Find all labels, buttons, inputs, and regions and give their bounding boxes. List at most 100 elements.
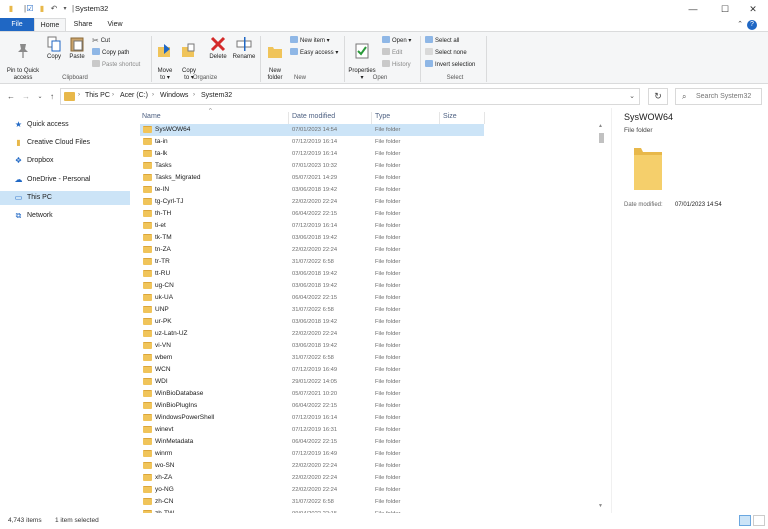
column-header-type[interactable]: Type [375, 110, 435, 124]
forward-arrow-icon[interactable]: → [20, 91, 32, 103]
new-item-button[interactable]: New item ▾ [290, 36, 330, 46]
delete-button[interactable]: Delete [205, 36, 231, 61]
file-row[interactable]: WinMetadata 06/04/2022 22:15 File folder [135, 436, 611, 448]
address-bar[interactable]: › This PC › Acer (C:) › Windows › System… [60, 88, 640, 105]
scrollbar-thumb[interactable] [599, 133, 604, 143]
column-header-date-modified[interactable]: Date modified [292, 110, 367, 124]
folder-icon [143, 438, 152, 445]
file-row[interactable]: Tasks_Migrated 05/07/2021 14:29 File folde… [135, 172, 611, 184]
file-row[interactable]: xh-ZA 22/02/2020 22:24 File folder [135, 472, 611, 484]
column-header-size[interactable]: Size [443, 110, 483, 124]
file-row[interactable]: WindowsPowerShell 07/12/2019 16:14 File fo… [135, 412, 611, 424]
edit-button[interactable]: Edit [382, 48, 402, 58]
open-label: Open ▾ [392, 38, 412, 44]
folder-icon [143, 354, 152, 361]
chevron-down-icon[interactable]: ⌄ [629, 92, 635, 100]
rename-icon [236, 37, 252, 51]
maximize-button[interactable]: ☐ [710, 0, 740, 18]
file-row[interactable]: th-TH 06/04/2022 22:15 File folder [135, 208, 611, 220]
file-row[interactable]: vi-VN 03/06/2018 19:42 File folder [135, 340, 611, 352]
pin-to-quick-access-button[interactable]: Pin to Quick access [3, 36, 43, 82]
recent-locations-chevron-icon[interactable]: ⌄ [34, 91, 46, 103]
file-row[interactable]: yo-NG 22/02/2020 22:24 File folder [135, 484, 611, 496]
minimize-button[interactable]: — [678, 0, 708, 18]
file-row[interactable]: winrm 07/12/2019 16:49 File folder [135, 448, 611, 460]
file-row[interactable]: tg-Cyrl-TJ 22/02/2020 22:24 File folder [135, 196, 611, 208]
file-row[interactable]: tn-ZA 22/02/2020 22:24 File folder [135, 244, 611, 256]
up-arrow-icon[interactable]: ↑ [46, 91, 58, 103]
properties-icon[interactable]: ☑ [25, 4, 35, 14]
tab-share[interactable]: Share [68, 18, 98, 31]
scroll-down-icon[interactable]: ▼ [598, 503, 603, 509]
file-row[interactable]: ta-lk 07/12/2019 16:14 File folder [135, 148, 611, 160]
tab-file[interactable]: File [0, 18, 34, 31]
easy-access-button[interactable]: Easy access ▾ [290, 48, 338, 58]
scroll-up-icon[interactable]: ▲ [598, 123, 603, 129]
nav-item[interactable]: ▮ Creative Cloud Files [0, 136, 130, 150]
breadcrumb-system32[interactable]: System32 [201, 92, 232, 99]
search-box[interactable]: ⌕ [675, 88, 762, 105]
details-view-icon[interactable] [739, 515, 751, 526]
file-row[interactable]: WDI 29/01/2022 14:05 File folder [135, 376, 611, 388]
folder-icon [143, 426, 152, 433]
easy-access-label: Easy access ▾ [300, 50, 339, 56]
nav-item[interactable]: ⧉ Network [0, 209, 130, 223]
search-input[interactable] [696, 90, 760, 103]
close-button[interactable]: ✕ [738, 0, 768, 18]
file-name: winevt [155, 426, 174, 433]
file-row[interactable]: tr-TR 31/07/2022 6:58 File folder [135, 256, 611, 268]
cut-button[interactable]: ✂ Cut [92, 36, 110, 46]
file-row[interactable]: wbem 31/07/2022 6:58 File folder [135, 352, 611, 364]
select-all-button[interactable]: Select all [425, 36, 459, 46]
column-divider[interactable] [288, 112, 289, 124]
file-row[interactable]: zh-CN 31/07/2022 6:58 File folder [135, 496, 611, 508]
invert-selection-button[interactable]: Invert selection [425, 60, 475, 70]
column-divider[interactable] [439, 112, 440, 124]
select-none-button[interactable]: Select none [425, 48, 467, 58]
file-row[interactable]: winevt 07/12/2019 16:31 File folder [135, 424, 611, 436]
file-row[interactable]: ug-CN 03/06/2018 19:42 File folder [135, 280, 611, 292]
file-row[interactable]: WCN 07/12/2019 16:49 File folder [135, 364, 611, 376]
file-row[interactable]: tt-RU 03/06/2018 19:42 File folder [135, 268, 611, 280]
ribbon-collapse-icon[interactable]: ⌃ [735, 20, 745, 30]
breadcrumb-this-pc[interactable]: This PC [85, 92, 110, 99]
tab-home[interactable]: Home [34, 18, 66, 31]
paste-button[interactable]: Paste [66, 36, 88, 61]
breadcrumb-drive[interactable]: Acer (C:) [120, 92, 148, 99]
help-icon[interactable]: ? [747, 20, 757, 30]
history-button[interactable]: History [382, 60, 411, 70]
tab-view[interactable]: View [100, 18, 130, 31]
breadcrumb-windows[interactable]: Windows [160, 92, 188, 99]
column-divider[interactable] [484, 112, 485, 124]
file-row[interactable]: UNP 31/07/2022 6:58 File folder [135, 304, 611, 316]
file-row[interactable]: ur-PK 03/06/2018 19:42 File folder [135, 316, 611, 328]
file-row[interactable]: Tasks 07/01/2023 10:32 File folder [135, 160, 611, 172]
file-row[interactable]: wo-SN 22/02/2020 22:24 File folder [135, 460, 611, 472]
nav-item[interactable]: ★ Quick access [0, 118, 130, 132]
rename-button[interactable]: Rename [231, 36, 257, 61]
file-row[interactable]: WinBioDatabase 05/07/2021 10:20 File folde… [135, 388, 611, 400]
nav-item[interactable]: ☁ OneDrive - Personal [0, 173, 130, 187]
paste-shortcut-button[interactable]: Paste shortcut [92, 60, 140, 70]
large-icons-view-icon[interactable] [753, 515, 765, 526]
copy-path-button[interactable]: Copy path [92, 48, 129, 58]
file-row[interactable]: tk-TM 03/06/2018 19:42 File folder [135, 232, 611, 244]
nav-item[interactable]: ▭ This PC [0, 191, 130, 205]
copy-button[interactable]: Copy [44, 36, 64, 61]
file-row[interactable]: SysWOW64 07/01/2023 14:54 File folder [135, 124, 611, 136]
vertical-scrollbar[interactable]: ▲ ▼ [596, 123, 606, 513]
open-button[interactable]: Open ▾ [382, 36, 411, 46]
new-folder-icon[interactable]: ▮ [37, 4, 47, 14]
column-divider[interactable] [371, 112, 372, 124]
back-arrow-icon[interactable]: ← [5, 91, 17, 103]
file-row[interactable]: WinBioPlugIns 06/04/2022 22:15 File folder [135, 400, 611, 412]
file-row[interactable]: ti-et 07/12/2019 16:14 File folder [135, 220, 611, 232]
nav-item[interactable]: ❖ Dropbox [0, 154, 130, 168]
column-header-name[interactable]: Name [142, 110, 282, 124]
file-row[interactable]: uz-Latn-UZ 22/02/2020 22:24 File folder [135, 328, 611, 340]
file-row[interactable]: uk-UA 06/04/2022 22:15 File folder [135, 292, 611, 304]
file-row[interactable]: ta-in 07/12/2019 16:14 File folder [135, 136, 611, 148]
file-row[interactable]: te-IN 03/06/2018 19:42 File folder [135, 184, 611, 196]
undo-icon[interactable]: ↶ [49, 4, 59, 14]
refresh-button[interactable]: ↻ [648, 88, 668, 105]
